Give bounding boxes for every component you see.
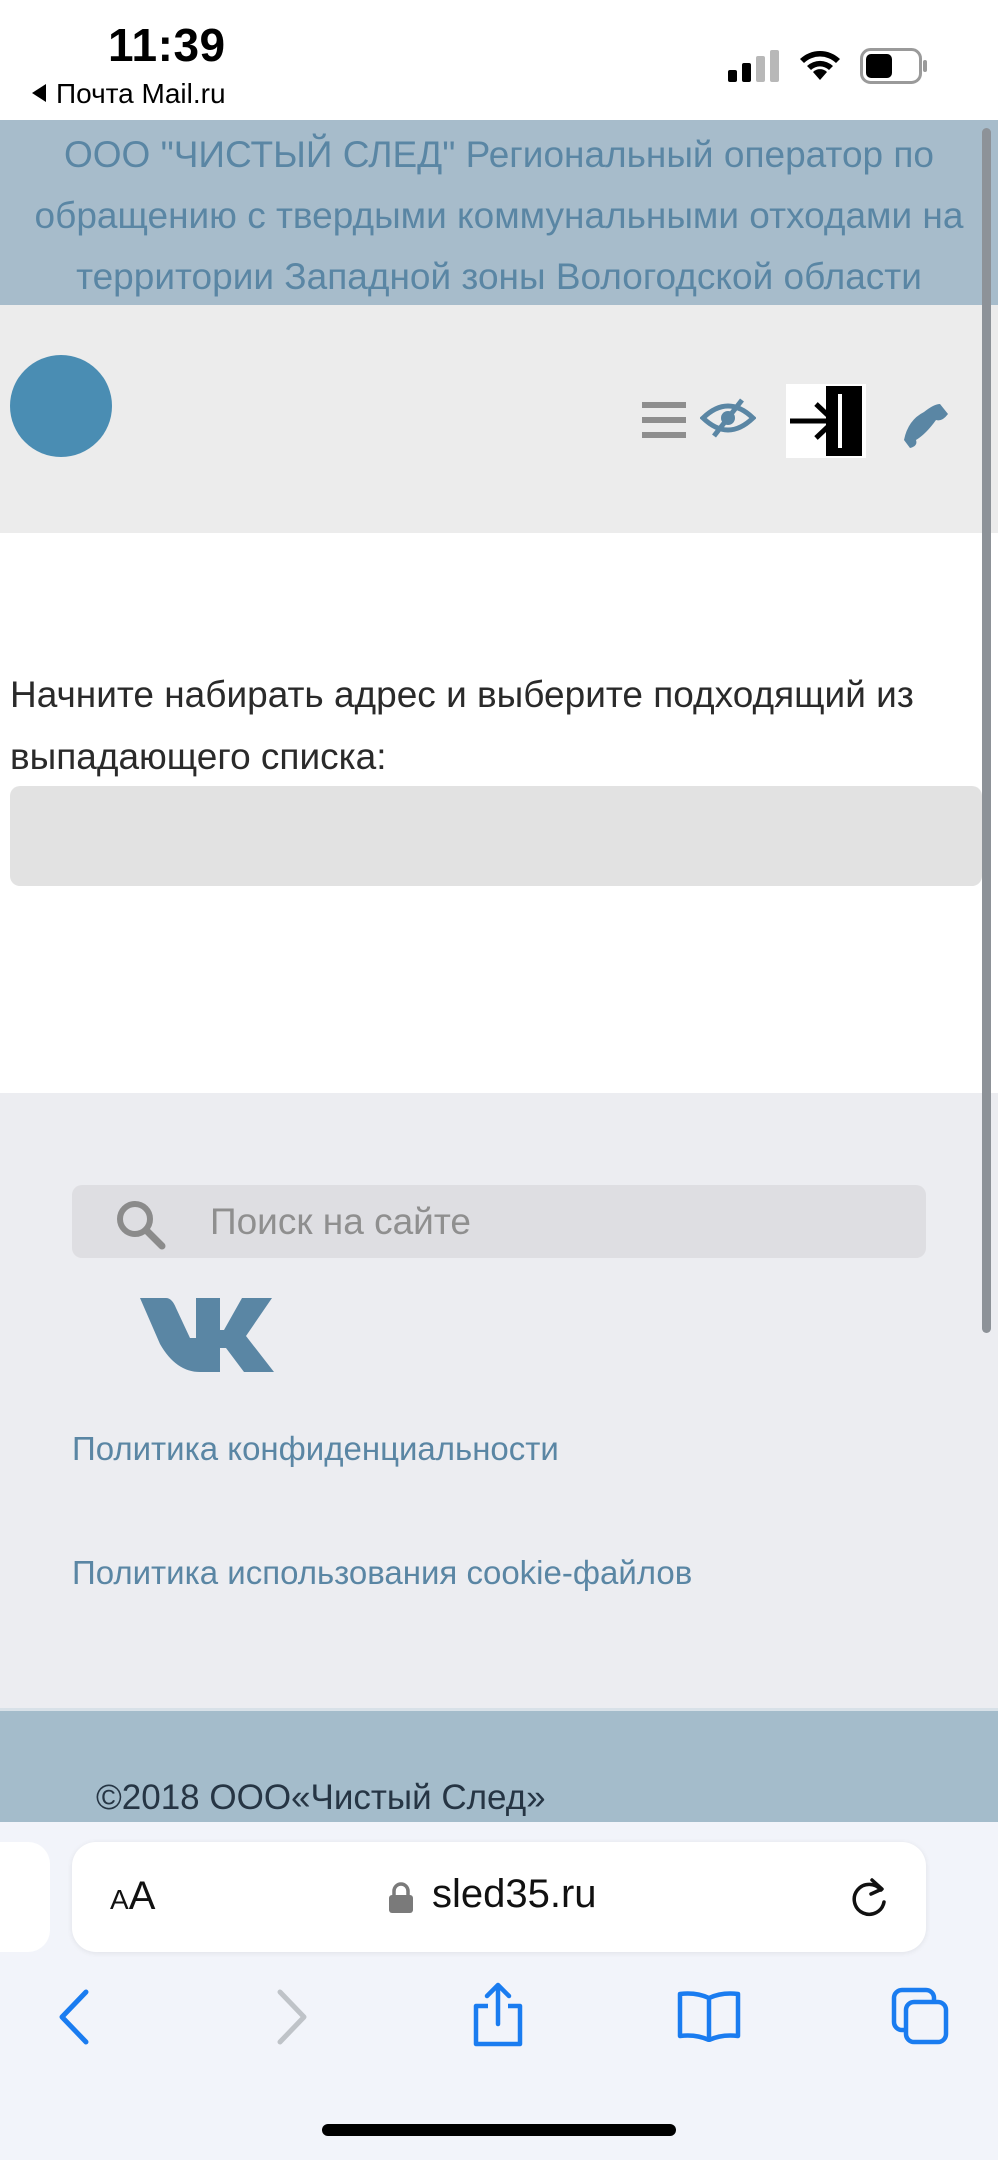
back-app-label: Почта Mail.ru [56,78,226,109]
bookmarks-icon[interactable] [676,1990,742,2042]
status-time: 11:39 [108,19,226,71]
cookie-policy-link[interactable]: Политика использования cookie-файлов [72,1554,692,1592]
forward-icon[interactable] [266,1988,316,2046]
address-input[interactable] [10,786,982,886]
search-input[interactable] [192,1185,912,1258]
site-logo[interactable] [10,355,112,457]
back-icon[interactable] [50,1988,100,2046]
back-to-app-link[interactable]: Почта Mail.ru [32,78,226,110]
url-text[interactable]: sled35.ru [432,1872,597,1917]
reader-options-button[interactable]: AA [110,1874,155,1919]
home-indicator [322,2124,676,2136]
login-icon[interactable] [786,384,866,458]
search-icon[interactable] [114,1198,166,1250]
reload-icon[interactable] [848,1876,890,1920]
aa-large-label: A [128,1874,156,1918]
lock-icon [389,1882,413,1913]
wifi-icon [800,51,840,80]
cellular-signal-icon [728,50,779,82]
battery-icon [860,48,927,84]
phone-icon[interactable] [902,400,952,450]
tabs-icon[interactable] [890,1986,950,2046]
copyright-text: ©2018 ООО«Чистый След» [96,1778,546,1817]
back-triangle-icon [32,84,46,102]
address-prompt: Начните набирать адрес и выберите подход… [10,674,914,777]
page-scrollbar[interactable] [982,128,991,1333]
menu-icon[interactable] [642,400,688,440]
eye-slash-icon[interactable] [700,396,756,440]
vk-icon[interactable] [138,1296,274,1374]
banner-title: ООО "ЧИСТЫЙ СЛЕД" Региональный оператор … [34,134,964,297]
share-icon[interactable] [470,1982,526,2048]
aa-small-label: A [110,1884,129,1915]
privacy-policy-link[interactable]: Политика конфиденциальности [72,1430,559,1468]
previous-tab-preview[interactable] [0,1842,50,1952]
